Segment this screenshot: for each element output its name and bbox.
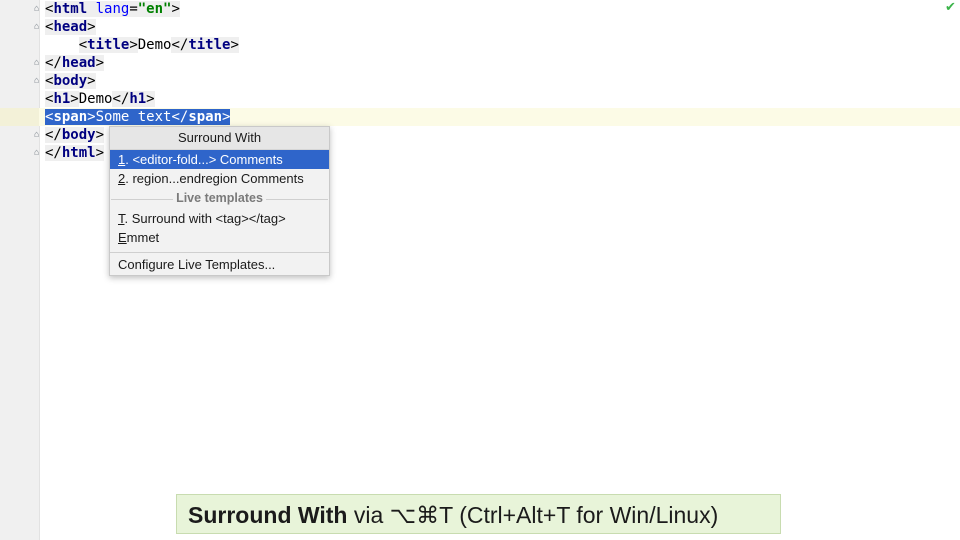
checkmark-icon: ✔: [945, 0, 956, 15]
popup-item-region-comments[interactable]: 2. region...endregion Comments: [110, 169, 329, 188]
code-line-selected: <span>Some text</span>: [45, 109, 231, 125]
code-line: <title>Demo</title>: [78, 37, 239, 53]
code-line: </head>: [45, 55, 105, 71]
code-line: <html lang="en">: [45, 1, 180, 17]
code-line: <body>: [45, 73, 96, 89]
code-line: <h1>Demo</h1>: [45, 91, 155, 107]
fold-marker-icon[interactable]: ⌂: [34, 131, 42, 140]
fold-marker-icon[interactable]: ⌂: [34, 149, 42, 158]
popup-item-surround-with-tag[interactable]: T. Surround with <tag></tag>: [110, 209, 329, 228]
live-templates-separator: Live templates: [110, 188, 329, 209]
configure-live-templates-item[interactable]: Configure Live Templates...: [110, 253, 329, 275]
popup-item-emmet[interactable]: Emmet: [110, 228, 329, 247]
popup-item-editor-fold-comments[interactable]: 1. <editor-fold...> Comments: [110, 150, 329, 169]
fold-marker-icon[interactable]: ⌂: [34, 77, 42, 86]
tip-shortcut-text: via ⌥⌘T (Ctrl+Alt+T for Win/Linux): [347, 502, 719, 528]
fold-marker-icon[interactable]: ⌂: [34, 5, 42, 14]
tip-action-name: Surround With: [188, 502, 348, 528]
code-line: <head>: [45, 19, 96, 35]
fold-marker-icon[interactable]: ⌂: [34, 59, 42, 68]
fold-marker-icon[interactable]: ⌂: [34, 23, 42, 32]
surround-with-popup: Surround With 1. <editor-fold...> Commen…: [109, 126, 330, 276]
popup-title: Surround With: [110, 127, 329, 150]
shortcut-tip-banner: Surround With via ⌥⌘T (Ctrl+Alt+T for Wi…: [176, 494, 781, 534]
